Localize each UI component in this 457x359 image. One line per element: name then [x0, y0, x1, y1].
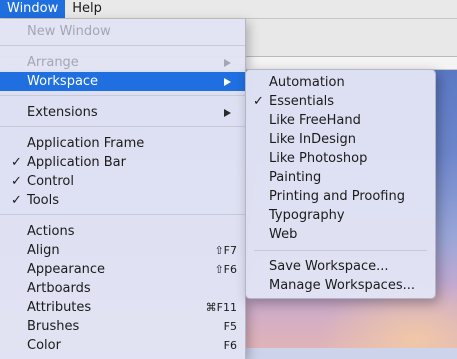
- menu-item-extensions[interactable]: Extensions: [0, 103, 245, 122]
- checkmark-icon: ✓: [11, 193, 22, 208]
- menu-item-label: Artboards: [27, 281, 91, 296]
- menu-item-appearance[interactable]: Appearance ⇧F6: [0, 260, 245, 279]
- workspace-submenu: Automation ✓ Essentials Like FreeHand Li…: [245, 69, 436, 299]
- menu-item-brushes[interactable]: Brushes F5: [0, 317, 245, 336]
- menu-item-label: Like Photoshop: [269, 151, 368, 166]
- menu-item-label: Align: [27, 243, 60, 258]
- workspace-item-essentials[interactable]: ✓ Essentials: [246, 92, 435, 111]
- checkmark-icon: ✓: [253, 94, 264, 109]
- menu-item-label: Appearance: [27, 262, 106, 277]
- menu-item-label: Workspace: [27, 74, 99, 89]
- menu-item-label: Automation: [269, 75, 345, 90]
- submenu-arrow-icon: [224, 109, 231, 117]
- window-menu: New Window Arrange Workspace Extensions …: [0, 19, 246, 359]
- menu-item-label: Color: [27, 338, 61, 353]
- menubar-help[interactable]: Help: [65, 0, 109, 18]
- menu-item-label: Typography: [269, 208, 345, 223]
- workspace-item-painting[interactable]: Painting: [246, 168, 435, 187]
- menu-item-shortcut: F6: [223, 339, 237, 352]
- menu-item-label: New Window: [27, 24, 111, 39]
- menu-item-label: Brushes: [27, 319, 80, 334]
- menubar-window[interactable]: Window: [0, 0, 66, 18]
- menu-item-control[interactable]: ✓ Control: [0, 172, 245, 191]
- menu-separator: [0, 45, 245, 46]
- workspace-item-automation[interactable]: Automation: [246, 73, 435, 92]
- menu-item-label: Essentials: [269, 94, 335, 109]
- workspace-item-typography[interactable]: Typography: [246, 206, 435, 225]
- menu-item-label: Tools: [27, 193, 60, 208]
- menu-item-label: Like InDesign: [269, 132, 357, 147]
- workspace-item-like-freehand[interactable]: Like FreeHand: [246, 111, 435, 130]
- menu-separator: [0, 126, 245, 127]
- menu-item-label: Manage Workspaces...: [269, 278, 415, 293]
- menu-item-label: Printing and Proofing: [269, 189, 405, 204]
- save-workspace-item[interactable]: Save Workspace...: [246, 257, 435, 276]
- menu-item-label: Actions: [27, 224, 75, 239]
- menu-item-label: Application Bar: [27, 155, 126, 170]
- submenu-arrow-icon: [224, 78, 231, 86]
- checkmark-icon: ✓: [11, 155, 22, 170]
- workspace-item-like-photoshop[interactable]: Like Photoshop: [246, 149, 435, 168]
- menu-separator: [0, 214, 245, 215]
- workspace-item-web[interactable]: Web: [246, 225, 435, 244]
- menu-item-color[interactable]: Color F6: [0, 336, 245, 355]
- menu-item-align[interactable]: Align ⇧F7: [0, 241, 245, 260]
- menu-item-actions[interactable]: Actions: [0, 222, 245, 241]
- menu-item-label: Control: [27, 174, 74, 189]
- menu-bar: Window Help: [0, 0, 457, 19]
- workspace-item-like-indesign[interactable]: Like InDesign: [246, 130, 435, 149]
- checkmark-icon: ✓: [11, 174, 22, 189]
- menu-item-arrange: Arrange: [0, 53, 245, 72]
- menu-item-workspace[interactable]: Workspace: [0, 72, 245, 91]
- menu-item-shortcut: ⌘F11: [205, 301, 237, 314]
- menu-item-label: Web: [269, 227, 298, 242]
- menu-item-shortcut: ⇧F7: [214, 244, 237, 257]
- menu-item-artboards[interactable]: Artboards: [0, 279, 245, 298]
- menu-item-label: Painting: [269, 170, 322, 185]
- menu-item-label: Like FreeHand: [269, 113, 361, 128]
- menu-item-tools[interactable]: ✓ Tools: [0, 191, 245, 210]
- menu-item-application-bar[interactable]: ✓ Application Bar: [0, 153, 245, 172]
- menu-item-label: Application Frame: [27, 136, 145, 151]
- menu-separator: [0, 95, 245, 96]
- menu-item-label: Extensions: [27, 105, 98, 120]
- menu-item-new-window: New Window: [0, 22, 245, 41]
- workspace-item-printing-and-proofing[interactable]: Printing and Proofing: [246, 187, 435, 206]
- menu-item-label: Attributes: [27, 300, 92, 315]
- menu-item-application-frame[interactable]: Application Frame: [0, 134, 245, 153]
- menu-separator: [254, 250, 427, 251]
- menu-item-shortcut: ⇧F6: [214, 263, 237, 276]
- menu-item-label: Save Workspace...: [269, 259, 389, 274]
- submenu-arrow-icon: [224, 59, 231, 67]
- menu-item-label: Arrange: [27, 55, 79, 70]
- menu-item-shortcut: F5: [223, 320, 237, 333]
- menu-item-attributes[interactable]: Attributes ⌘F11: [0, 298, 245, 317]
- manage-workspaces-item[interactable]: Manage Workspaces...: [246, 276, 435, 295]
